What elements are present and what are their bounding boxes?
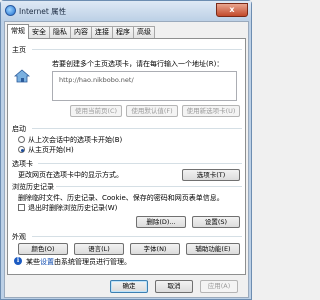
tab-general[interactable]: 常规 [7,24,29,39]
use-current-button[interactable]: 使用当前页(C) [70,105,122,117]
dialog-body: 常规 安全 隐私 内容 连接 程序 高级 主页 若要创建多个主页选项卡，请在每行… [4,21,249,298]
startup-home-radio[interactable] [18,146,25,153]
history-description: 删除临时文件、历史记录、Cookie、保存的密码和网页表单信息。 [18,194,224,202]
notice-settings-link[interactable]: 设置 [40,258,54,266]
general-tab-panel: 主页 若要创建多个主页选项卡，请在每行输入一个地址(R)： http://hao… [7,38,246,275]
window-title: Internet 属性 [19,7,67,16]
title-bar[interactable]: Internet 属性 x [1,1,251,21]
cancel-button[interactable]: 取消 [155,280,193,293]
delete-on-exit-checkbox[interactable] [18,204,25,211]
home-page-url-input[interactable]: http://hao.nikbobo.net/ [52,71,237,101]
ok-button[interactable]: 确定 [110,280,148,293]
house-icon [14,69,30,83]
tab-strip: 常规 安全 隐私 内容 连接 程序 高级 [7,24,155,39]
startup-last-session-label: 从上次会话中的选项卡开始(B) [28,136,123,144]
startup-heading: 启动 [12,125,26,133]
apply-button[interactable]: 应用(A) [200,280,238,293]
home-description: 若要创建多个主页选项卡，请在每行输入一个地址(R)： [52,60,224,68]
notice-suffix: 由系统管理员进行管理。 [54,258,131,266]
languages-button[interactable]: 语言(L) [74,243,124,255]
accessibility-button[interactable]: 辅助功能(E) [186,243,240,255]
home-heading: 主页 [12,46,26,54]
appearance-divider [32,236,242,237]
delete-on-exit-label: 退出时删除浏览历史记录(W) [28,204,118,212]
colors-button[interactable]: 颜色(O) [18,243,68,255]
startup-home-label: 从主页开始(H) [28,146,74,154]
tabs-heading: 选项卡 [12,160,33,168]
close-button[interactable]: x [216,3,248,17]
history-divider [56,186,242,187]
use-default-button[interactable]: 使用默认值(F) [126,105,178,117]
notice-prefix: 某些 [26,258,40,266]
delete-history-button[interactable]: 删除(D)... [136,216,186,228]
startup-last-session-radio[interactable] [18,136,25,143]
managed-notice: 某些设置由系统管理员进行管理。 [26,257,131,267]
home-divider [32,49,242,50]
fonts-button[interactable]: 字体(N) [130,243,180,255]
info-icon: i [14,257,22,265]
history-heading: 浏览历史记录 [12,183,54,191]
internet-options-icon [5,5,16,16]
tabs-settings-button[interactable]: 选项卡(T) [182,169,240,181]
tabs-divider [38,163,242,164]
appearance-heading: 外观 [12,233,26,241]
tabs-description: 更改网页在选项卡中的显示方式。 [18,171,123,179]
startup-divider [32,128,242,129]
use-new-tab-button[interactable]: 使用新选项卡(U) [182,105,240,117]
home-page-url: http://hao.nikbobo.net/ [59,76,134,84]
history-settings-button[interactable]: 设置(S) [192,216,240,228]
dialog-window: Internet 属性 x 常规 安全 隐私 内容 连接 程序 高级 主页 若要… [0,0,252,300]
